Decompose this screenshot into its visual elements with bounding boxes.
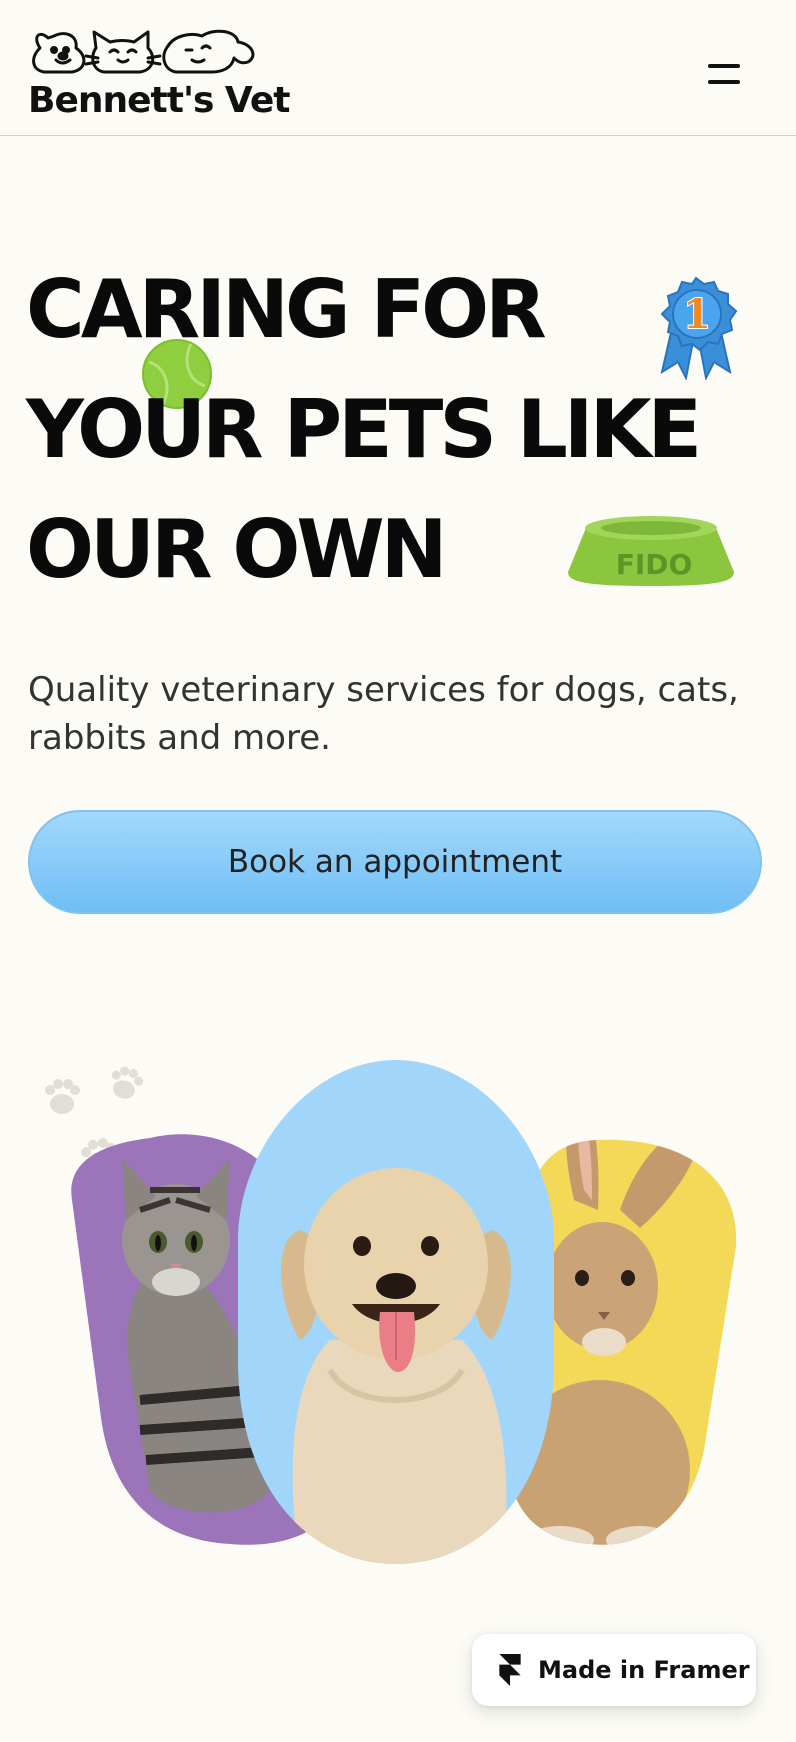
hamburger-menu-icon <box>708 64 740 68</box>
badge-label: Made in Framer <box>538 1656 750 1684</box>
dog-photo <box>281 1168 511 1564</box>
hamburger-menu-icon <box>708 80 740 84</box>
award-ribbon-icon: 1 <box>660 276 738 380</box>
pet-faces-logo-icon <box>32 29 255 74</box>
menu-button[interactable] <box>692 56 752 96</box>
logo[interactable]: Bennett's Vet <box>26 26 290 126</box>
made-in-framer-badge[interactable]: Made in Framer <box>472 1634 756 1706</box>
bowl-label: FIDO <box>616 548 693 581</box>
framer-logo-icon <box>499 1654 521 1686</box>
book-appointment-button[interactable]: Book an appointment <box>28 810 762 914</box>
pets-illustration <box>45 1060 737 1564</box>
pet-bowl-icon: FIDO <box>568 516 734 586</box>
site-header: Bennett's Vet <box>0 0 796 136</box>
logo-text: Bennett's Vet <box>28 80 290 121</box>
dog-card <box>238 1060 554 1564</box>
ribbon-number: 1 <box>683 291 711 338</box>
hero-subtitle: Quality veterinary services for dogs, ca… <box>28 670 739 758</box>
